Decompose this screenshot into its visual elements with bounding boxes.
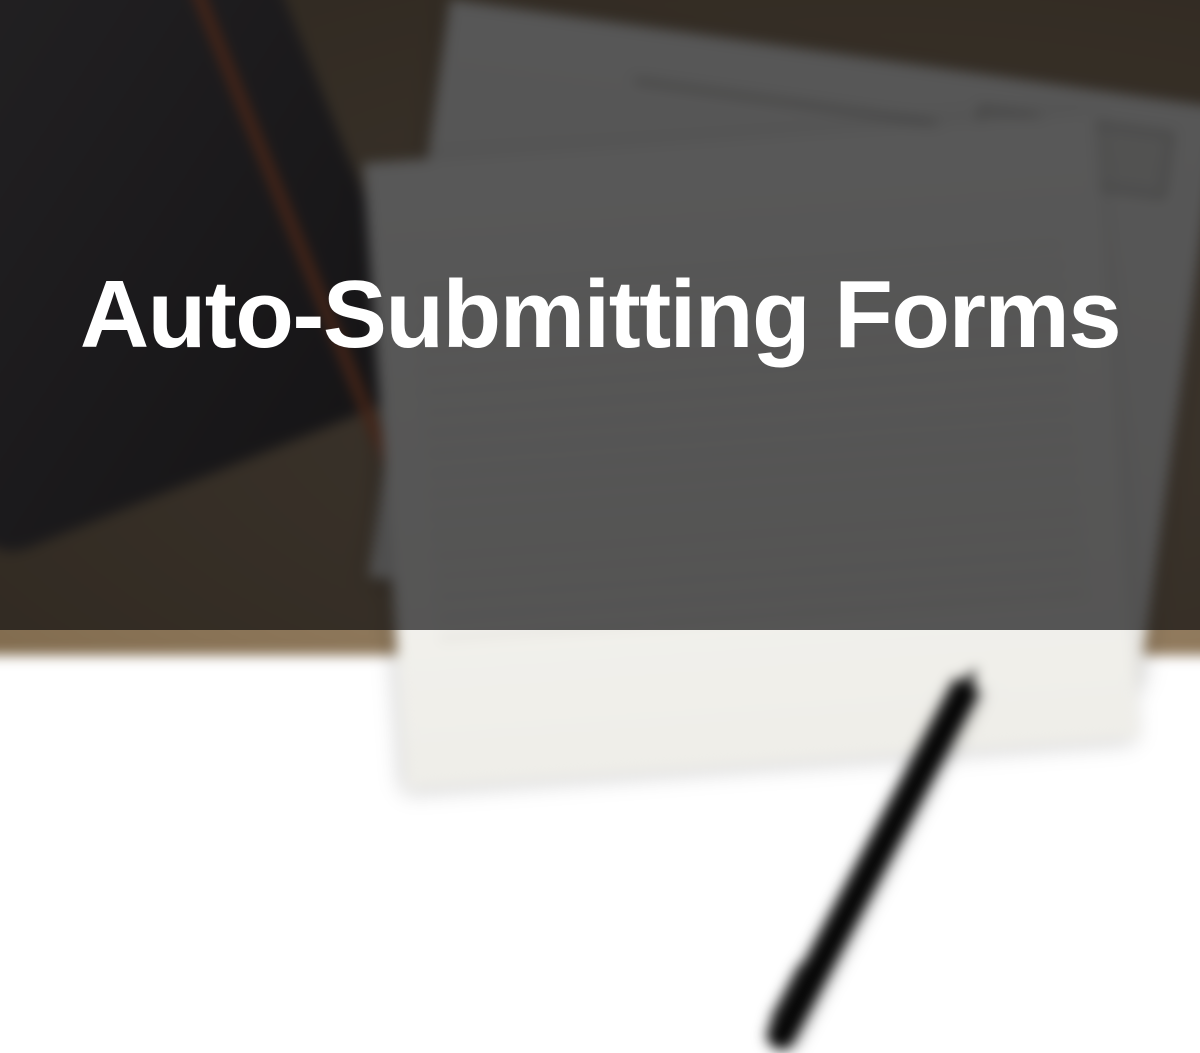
pen-clip: [769, 962, 804, 1022]
hero-title: Auto-Submitting Forms: [20, 261, 1180, 369]
hero-banner: Auto-Submitting Forms: [0, 0, 1200, 630]
